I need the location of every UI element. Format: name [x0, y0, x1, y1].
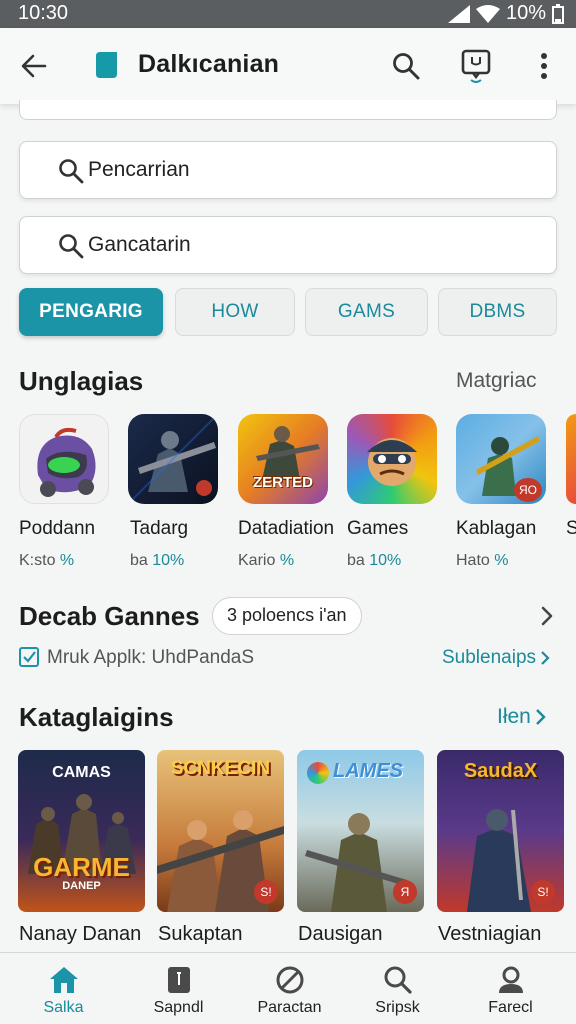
- app-logo-icon: [96, 52, 117, 78]
- sublenaips-link[interactable]: Sublenaips: [442, 647, 550, 669]
- chip-gams[interactable]: GAMS: [305, 288, 428, 336]
- chevron-right-icon: [541, 606, 553, 626]
- game-card-vestniagian[interactable]: SaudaX S!: [437, 750, 564, 912]
- card-bottom-sub: DANEP: [62, 880, 101, 892]
- more-options-button[interactable]: [526, 46, 562, 86]
- search-icon: [59, 234, 84, 259]
- home-icon: [49, 967, 78, 993]
- block-icon: [276, 966, 303, 994]
- battery-icon: [552, 3, 564, 24]
- battery-level: 10%: [505, 2, 546, 24]
- card-top-text: LAMES: [333, 760, 403, 782]
- nav-farecl[interactable]: Farecl: [453, 953, 568, 1024]
- more-vertical-icon: [541, 53, 547, 79]
- app-icon-partial[interactable]: [566, 414, 576, 504]
- chip-dbms[interactable]: DBMS: [438, 288, 557, 336]
- card-top-text: SaudaX: [463, 760, 538, 782]
- scrolled-field: [19, 100, 557, 120]
- tablet-icon: [461, 49, 491, 83]
- card-name: Dausigan: [298, 923, 383, 945]
- search-input[interactable]: Pencarrian: [19, 141, 557, 199]
- app-icon-games[interactable]: [347, 414, 437, 504]
- search-icon: [393, 53, 420, 80]
- app-icon-kablagan[interactable]: ЯO: [456, 414, 546, 504]
- app-meta: ba 10%: [130, 552, 185, 569]
- card-top-text: SCNKECIN: [170, 758, 271, 779]
- app-meta: Kario %: [238, 552, 295, 569]
- book-icon: [167, 967, 190, 993]
- section-title: Unglagias: [19, 366, 144, 396]
- app-icon-label: ZERTED: [253, 474, 313, 491]
- app-icon-datadiation[interactable]: ZERTED: [238, 414, 328, 504]
- status-bar: 10:30 10%: [0, 0, 576, 28]
- card-name: Nanay Danan: [19, 923, 142, 945]
- see-more-link[interactable]: Matgriac: [456, 369, 537, 393]
- check-icon: [23, 651, 36, 663]
- card-name: Vestniagian: [438, 923, 542, 945]
- see-all-link[interactable]: Iłen: [497, 705, 547, 729]
- search-button[interactable]: [386, 46, 426, 86]
- tablet-button[interactable]: [456, 44, 496, 88]
- back-button[interactable]: [14, 46, 54, 86]
- filter-pill[interactable]: 3 poloencs i'an: [212, 597, 362, 635]
- card-top-text: CAMAS: [52, 764, 111, 781]
- app-name: Kablagan: [456, 518, 537, 539]
- game-card-sukaptan[interactable]: SCNKECIN S!: [157, 750, 284, 912]
- arrow-left-icon: [21, 54, 47, 78]
- app-name: Datadiation: [238, 518, 335, 539]
- app-name: Poddann: [19, 518, 96, 539]
- search-input-secondary[interactable]: Gancatarin: [19, 216, 557, 274]
- app-icon-tadarg[interactable]: [128, 414, 218, 504]
- status-time: 10:30: [18, 2, 69, 24]
- chip-pengarig[interactable]: PENGARIG: [19, 288, 163, 336]
- card-bottom-text: GARME: [33, 852, 130, 882]
- signal-icon: [447, 4, 470, 23]
- app-name: Games: [347, 518, 409, 539]
- card-badge: S!: [254, 880, 278, 904]
- nav-sripsk[interactable]: Sripsk: [340, 953, 455, 1024]
- chip-how[interactable]: HOW: [175, 288, 295, 336]
- card-logo-icon: [307, 762, 329, 784]
- search-icon: [384, 966, 412, 994]
- nav-paractan[interactable]: Paractan: [232, 953, 347, 1024]
- nav-sapndl[interactable]: Sapndl: [121, 953, 236, 1024]
- wifi-icon: [475, 4, 500, 23]
- page-title: Dalkıcanian: [138, 50, 280, 78]
- card-badge: Я: [393, 880, 417, 904]
- card-badge: S!: [531, 880, 555, 904]
- checkbox[interactable]: [19, 647, 39, 667]
- app-meta: ba 10%: [347, 552, 402, 569]
- app-meta: K:sto %: [19, 552, 75, 569]
- person-icon: [498, 966, 523, 993]
- app-icon-badge: ЯO: [514, 478, 542, 502]
- app-icon-poddann[interactable]: [19, 414, 109, 504]
- chevron-right-icon: [541, 651, 550, 665]
- game-card-nanay-danan[interactable]: CAMAS GARME DANEP: [18, 750, 145, 912]
- app-name: Tadarg: [130, 518, 189, 539]
- game-card-dausigan[interactable]: LAMES Я: [297, 750, 424, 912]
- section-title: Kataglaigins: [19, 702, 174, 732]
- section-title: Decab Gannes: [19, 601, 200, 631]
- search-icon: [59, 159, 84, 184]
- app-bar: Dalkıcanian: [0, 28, 576, 104]
- search-input-text: Pencarrian: [88, 158, 190, 181]
- bottom-navigation: Salka Sapndl Paractan Sripsk Farecl: [0, 952, 576, 1024]
- section-arrow-button[interactable]: [532, 600, 562, 632]
- checkbox-label: Mruk Applk: UhdPandaS: [47, 647, 255, 668]
- card-name: Sukaptan: [158, 923, 243, 945]
- search-input-text: Gancatarin: [88, 233, 191, 256]
- app-meta: Hato %: [456, 552, 509, 569]
- nav-salka[interactable]: Salka: [6, 953, 121, 1024]
- chevron-right-icon: [536, 709, 546, 725]
- app-name: S: [566, 518, 576, 539]
